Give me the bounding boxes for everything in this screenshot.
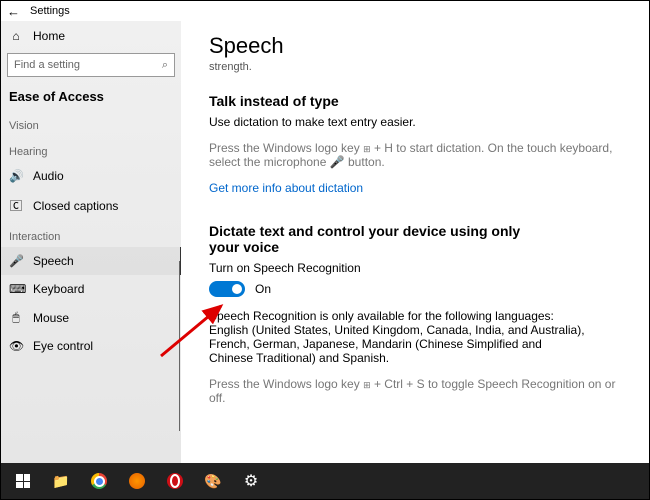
section-talk-desc: Use dictation to make text entry easier.: [209, 115, 621, 129]
sidebar-item-mouse[interactable]: 🖱 Mouse: [1, 303, 181, 332]
dictation-info-link[interactable]: Get more info about dictation: [209, 181, 363, 195]
sidebar-item-label: Mouse: [33, 311, 69, 325]
sidebar-item-label: Audio: [33, 169, 64, 183]
speech-recognition-toggle[interactable]: [209, 281, 245, 297]
vertical-divider: [179, 261, 180, 431]
titlebar: ← Settings: [1, 1, 649, 21]
search-placeholder: Find a setting: [14, 59, 80, 71]
sidebar-item-label: Keyboard: [33, 282, 84, 296]
group-vision: Vision: [1, 110, 181, 136]
back-icon[interactable]: ←: [7, 4, 20, 19]
sidebar-item-label: Closed captions: [33, 199, 118, 213]
palette-icon: 🎨: [204, 473, 221, 490]
section-voice-heading: Dictate text and control your device usi…: [209, 223, 549, 255]
sidebar-item-audio[interactable]: 🔊 Audio: [1, 162, 181, 190]
sidebar-item-eye[interactable]: 👁 Eye control: [1, 332, 181, 360]
page-title: Speech: [209, 33, 621, 59]
mouse-icon: 🖱: [9, 310, 23, 325]
taskbar-firefox[interactable]: [119, 466, 155, 496]
sidebar-item-keyboard[interactable]: ⌨ Keyboard: [1, 275, 181, 303]
group-interaction: Interaction: [1, 221, 181, 247]
chrome-icon: [91, 473, 107, 489]
dictation-hint: Press the Windows logo key ⊞ + H to star…: [209, 141, 621, 169]
speech-icon: 🎤: [9, 254, 23, 268]
taskbar-opera[interactable]: [157, 466, 193, 496]
group-hearing: Hearing: [1, 136, 181, 162]
toggle-label: Turn on Speech Recognition: [209, 261, 621, 275]
winkey-icon: ⊞: [363, 144, 371, 155]
taskbar-explorer[interactable]: 📁: [43, 466, 79, 496]
app-title: Settings: [30, 5, 70, 17]
keyboard-icon: ⌨: [9, 282, 23, 296]
winkey-icon: ⊞: [363, 380, 371, 391]
firefox-icon: [129, 473, 145, 489]
toggle-state: On: [255, 282, 271, 296]
toggle-knob: [232, 284, 242, 294]
start-button[interactable]: [5, 466, 41, 496]
audio-icon: 🔊: [9, 169, 23, 183]
opera-icon: [167, 473, 183, 489]
search-icon: ⌕: [162, 59, 168, 72]
search-input[interactable]: Find a setting ⌕: [7, 53, 175, 77]
folder-icon: 📁: [52, 473, 69, 490]
toggle-shortcut-hint: Press the Windows logo key ⊞ + Ctrl + S …: [209, 377, 621, 405]
taskbar-chrome[interactable]: [81, 466, 117, 496]
page-subline: strength.: [209, 61, 621, 73]
eye-icon: 👁: [9, 339, 23, 353]
home-icon: ⌂: [9, 29, 23, 43]
taskbar: 📁 🎨 ⚙: [1, 463, 649, 499]
home-button[interactable]: ⌂ Home: [1, 23, 181, 49]
captions-icon: 🄲: [9, 197, 23, 214]
sidebar-item-label: Eye control: [33, 339, 93, 353]
section-talk-heading: Talk instead of type: [209, 93, 621, 109]
languages-note: Speech Recognition is only available for…: [209, 309, 589, 365]
gear-icon: ⚙: [244, 471, 258, 491]
sidebar: ⌂ Home Find a setting ⌕ Ease of Access V…: [1, 21, 181, 463]
sidebar-item-label: Speech: [33, 254, 74, 268]
windows-logo-icon: [16, 474, 30, 488]
sidebar-item-captions[interactable]: 🄲 Closed captions: [1, 190, 181, 221]
main-content: Speech strength. Talk instead of type Us…: [181, 21, 649, 463]
category-label: Ease of Access: [1, 87, 181, 110]
home-label: Home: [33, 29, 65, 43]
taskbar-paint[interactable]: 🎨: [195, 466, 231, 496]
taskbar-settings[interactable]: ⚙: [233, 466, 269, 496]
sidebar-item-speech[interactable]: 🎤 Speech: [1, 247, 181, 275]
